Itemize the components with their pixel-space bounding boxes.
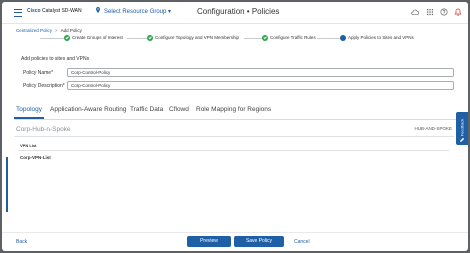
stepper-connector: [127, 38, 147, 39]
step-complete-icon: [262, 35, 268, 41]
stepper-connector: [40, 38, 64, 39]
brand-logo: Cisco Catalyst SD-WAN: [27, 8, 82, 14]
tab-traffic-data[interactable]: Traffic Data: [130, 106, 163, 113]
topology-panel: Corp-Hub-n-Spoke HUB-AND-SPOKE VPN List …: [6, 120, 454, 218]
step-complete-icon: [147, 35, 153, 41]
tab-application-aware-routing[interactable]: Application-Aware Routing: [50, 106, 126, 113]
active-tab-indicator: [14, 117, 44, 119]
policy-description-label: Policy Description*: [23, 83, 65, 89]
feedback-button[interactable]: Feedback: [456, 112, 468, 145]
step-label-groups[interactable]: Create Groups of Interest: [72, 35, 123, 40]
step-active-icon: [340, 35, 346, 41]
cancel-button[interactable]: Cancel: [294, 239, 310, 245]
divider: [18, 150, 449, 151]
chevron-down-icon: ▾: [166, 9, 172, 15]
step-complete-icon: [64, 35, 70, 41]
step-label-apply-policies[interactable]: Apply Policies to Sites and VPNs: [348, 35, 414, 40]
stepper-connector: [317, 38, 340, 39]
resource-group-label: Select Resource Group: [104, 9, 167, 15]
section-title: Add policies to sites and VPNs: [21, 56, 90, 62]
stepper-connector: [244, 38, 262, 39]
menu-icon[interactable]: [14, 9, 22, 17]
feedback-label: Feedback: [459, 118, 465, 137]
notifications-icon[interactable]: [454, 8, 462, 16]
tab-cflowd[interactable]: Cflowd: [169, 106, 189, 113]
cloud-icon[interactable]: [411, 8, 419, 16]
policy-tabs: Topology Application-Aware Routing Traff…: [14, 103, 460, 120]
step-label-traffic-rules[interactable]: Configure Traffic Rules: [270, 35, 316, 40]
back-button[interactable]: Back: [16, 239, 27, 245]
policy-description-input[interactable]: Corp-Control-Policy: [67, 81, 454, 90]
resource-group-selector[interactable]: Select Resource Group ▾: [104, 8, 171, 15]
scroll-indicator[interactable]: [6, 157, 8, 212]
vpn-list-column-header: VPN List: [20, 143, 37, 148]
topology-name: Corp-Hub-n-Spoke: [16, 126, 71, 133]
topology-type: HUB-AND-SPOKE: [414, 126, 452, 131]
vpn-list-item: Corp-VPN-List: [20, 155, 51, 160]
step-label-topology[interactable]: Configure Topology and VPN Membership: [155, 35, 239, 40]
brand-product: Catalyst SD-WAN: [42, 8, 82, 14]
policy-wizard-stepper: Create Groups of Interest Configure Topo…: [12, 32, 462, 44]
policy-name-input[interactable]: Corp-Control-Policy: [67, 68, 454, 77]
preview-button[interactable]: Preview: [187, 236, 231, 247]
app-window: Cisco Catalyst SD-WAN Select Resource Gr…: [2, 2, 468, 251]
policy-name-label: Policy Name*: [23, 70, 54, 76]
save-policy-button[interactable]: Save Policy: [234, 236, 284, 247]
footer-divider: [2, 232, 468, 233]
top-navigation-bar: Cisco Catalyst SD-WAN Select Resource Gr…: [2, 2, 468, 24]
page-title: Configuration • Policies: [197, 7, 280, 16]
brand-name: Cisco: [27, 8, 41, 14]
location-pin-icon: [96, 7, 100, 13]
tab-role-mapping[interactable]: Role Mapping for Regions: [196, 106, 271, 113]
help-icon[interactable]: [440, 8, 448, 16]
tab-topology[interactable]: Topology: [16, 106, 42, 113]
grid-icon[interactable]: [426, 8, 434, 16]
divider: [14, 136, 454, 137]
